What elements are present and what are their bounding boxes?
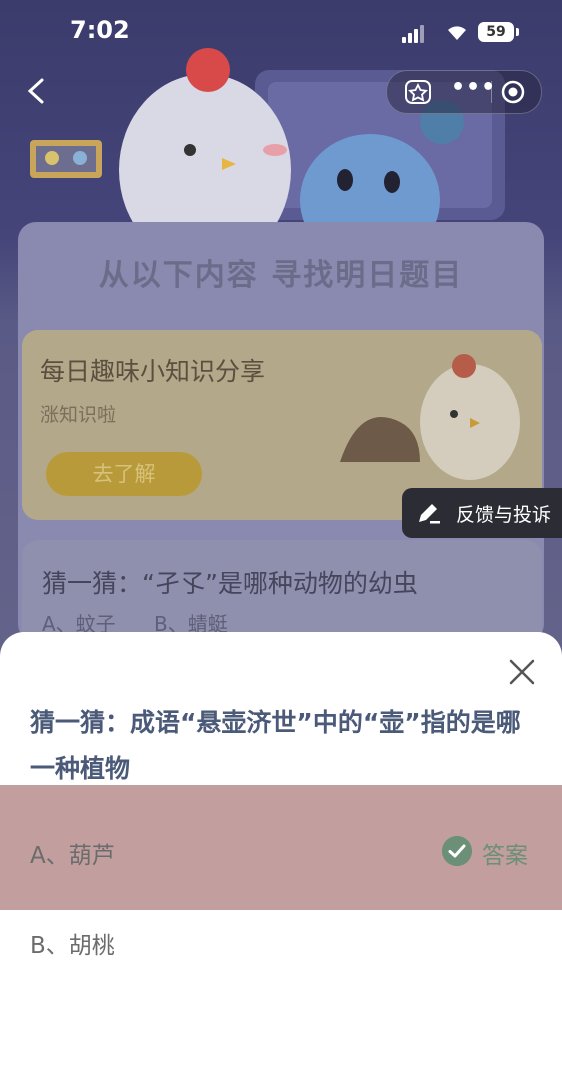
more-menu-button[interactable]: •••: [451, 75, 496, 100]
fact-card-title: 每日趣味小知识分享: [40, 357, 266, 386]
option-a-label: A、葫芦: [30, 843, 115, 869]
section-title: 从以下内容 寻找明日题目: [98, 258, 464, 293]
capsule-divider: [491, 81, 492, 103]
edit-pencil-icon: [419, 504, 440, 524]
question-text: 猜一猜：成语“悬壶济世”中的“壶”指的是哪一种植物: [30, 708, 521, 783]
favorite-star-icon[interactable]: [405, 80, 431, 104]
close-mini-program-icon[interactable]: [501, 80, 525, 104]
quiz-card-title: 猜一猜：“孑孓”是哪种动物的幼虫: [42, 569, 418, 598]
feedback-button[interactable]: 反馈与投诉: [402, 488, 562, 538]
answer-label: 答案: [482, 843, 528, 869]
learn-more-button[interactable]: 去了解: [46, 452, 202, 496]
mini-program-capsule: •••: [386, 70, 542, 114]
chicken-cat-illustration: [340, 354, 520, 480]
back-arrow-icon[interactable]: [20, 74, 54, 108]
check-circle-icon: [442, 836, 472, 866]
fact-card-subtitle: 涨知识啦: [40, 404, 117, 426]
feedback-label: 反馈与投诉: [456, 504, 552, 526]
option-b-label[interactable]: B、胡桃: [30, 926, 115, 960]
battery-icon: 59: [478, 22, 519, 42]
close-icon[interactable]: [506, 656, 538, 688]
wifi-icon: [448, 26, 466, 40]
